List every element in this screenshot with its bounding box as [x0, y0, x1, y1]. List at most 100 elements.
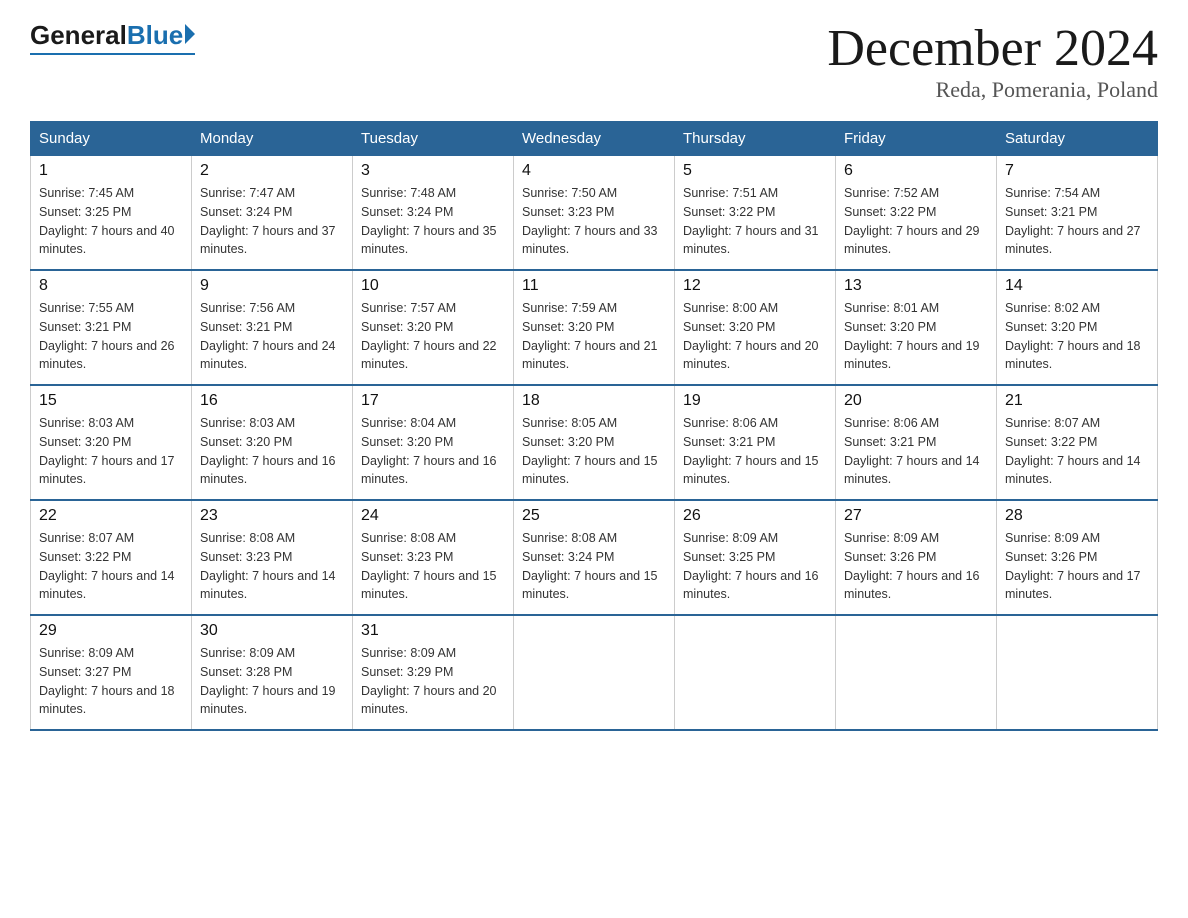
calendar-cell: 22Sunrise: 8:07 AMSunset: 3:22 PMDayligh… — [31, 500, 192, 615]
day-info: Sunrise: 8:09 AMSunset: 3:26 PMDaylight:… — [844, 529, 988, 604]
day-number: 24 — [361, 507, 505, 525]
calendar-cell: 30 Sunrise: 8:09 AMSunset: 3:28 PMDayligh… — [192, 615, 353, 730]
calendar-cell: 14 Sunrise: 8:02 AMSunset: 3:20 PMDayligh… — [997, 270, 1158, 385]
title-area: December 2024 Reda, Pomerania, Poland — [827, 20, 1158, 103]
day-info: Sunrise: 8:04 AMSunset: 3:20 PMDaylight:… — [361, 414, 505, 489]
day-number: 21 — [1005, 392, 1149, 410]
day-number: 15 — [39, 392, 183, 410]
logo-arrow-icon — [185, 24, 195, 44]
logo-general-text: General — [30, 20, 127, 51]
day-number: 29 — [39, 622, 183, 640]
day-info: Sunrise: 8:08 AMSunset: 3:23 PMDaylight:… — [200, 529, 344, 604]
calendar-cell — [836, 615, 997, 730]
day-number: 13 — [844, 277, 988, 295]
day-number: 6 — [844, 162, 988, 180]
calendar-cell — [514, 615, 675, 730]
calendar-cell: 8 Sunrise: 7:55 AMSunset: 3:21 PMDaylight… — [31, 270, 192, 385]
calendar-week-row: 15 Sunrise: 8:03 AMSunset: 3:20 PMDayligh… — [31, 385, 1158, 500]
day-info: Sunrise: 8:07 AMSunset: 3:22 PMDaylight:… — [39, 529, 183, 604]
calendar-week-row: 22Sunrise: 8:07 AMSunset: 3:22 PMDayligh… — [31, 500, 1158, 615]
day-number: 19 — [683, 392, 827, 410]
header-wednesday: Wednesday — [514, 122, 675, 156]
calendar-cell: 12 Sunrise: 8:00 AMSunset: 3:20 PMDayligh… — [675, 270, 836, 385]
calendar-cell: 21 Sunrise: 8:07 AMSunset: 3:22 PMDayligh… — [997, 385, 1158, 500]
day-number: 10 — [361, 277, 505, 295]
day-info: Sunrise: 7:47 AMSunset: 3:24 PMDaylight:… — [200, 184, 344, 259]
calendar-cell: 26Sunrise: 8:09 AMSunset: 3:25 PMDayligh… — [675, 500, 836, 615]
logo-blue-text: Blue — [127, 20, 183, 51]
day-number: 26 — [683, 507, 827, 525]
day-number: 14 — [1005, 277, 1149, 295]
calendar-cell: 16 Sunrise: 8:03 AMSunset: 3:20 PMDayligh… — [192, 385, 353, 500]
calendar-cell: 31 Sunrise: 8:09 AMSunset: 3:29 PMDayligh… — [353, 615, 514, 730]
day-number: 20 — [844, 392, 988, 410]
day-number: 30 — [200, 622, 344, 640]
calendar-cell: 7Sunrise: 7:54 AMSunset: 3:21 PMDaylight… — [997, 156, 1158, 271]
day-number: 8 — [39, 277, 183, 295]
page-header: General Blue December 2024 Reda, Pomeran… — [30, 20, 1158, 103]
calendar-cell: 11 Sunrise: 7:59 AMSunset: 3:20 PMDayligh… — [514, 270, 675, 385]
calendar-table: Sunday Monday Tuesday Wednesday Thursday… — [30, 121, 1158, 731]
day-info: Sunrise: 8:06 AMSunset: 3:21 PMDaylight:… — [683, 414, 827, 489]
day-number: 2 — [200, 162, 344, 180]
day-info: Sunrise: 8:00 AMSunset: 3:20 PMDaylight:… — [683, 299, 827, 374]
day-info: Sunrise: 8:08 AMSunset: 3:23 PMDaylight:… — [361, 529, 505, 604]
calendar-cell: 3Sunrise: 7:48 AMSunset: 3:24 PMDaylight… — [353, 156, 514, 271]
day-number: 28 — [1005, 507, 1149, 525]
day-number: 25 — [522, 507, 666, 525]
day-number: 3 — [361, 162, 505, 180]
calendar-cell — [675, 615, 836, 730]
day-number: 12 — [683, 277, 827, 295]
day-info: Sunrise: 7:56 AMSunset: 3:21 PMDaylight:… — [200, 299, 344, 374]
calendar-cell: 10Sunrise: 7:57 AMSunset: 3:20 PMDayligh… — [353, 270, 514, 385]
day-number: 17 — [361, 392, 505, 410]
calendar-cell — [997, 615, 1158, 730]
header-sunday: Sunday — [31, 122, 192, 156]
calendar-cell: 28 Sunrise: 8:09 AMSunset: 3:26 PMDayligh… — [997, 500, 1158, 615]
calendar-cell: 23 Sunrise: 8:08 AMSunset: 3:23 PMDayligh… — [192, 500, 353, 615]
calendar-cell: 20 Sunrise: 8:06 AMSunset: 3:21 PMDayligh… — [836, 385, 997, 500]
calendar-cell: 4 Sunrise: 7:50 AMSunset: 3:23 PMDaylight… — [514, 156, 675, 271]
day-number: 7 — [1005, 162, 1149, 180]
day-info: Sunrise: 8:06 AMSunset: 3:21 PMDaylight:… — [844, 414, 988, 489]
day-number: 16 — [200, 392, 344, 410]
day-info: Sunrise: 7:45 AMSunset: 3:25 PMDaylight:… — [39, 184, 183, 259]
day-number: 5 — [683, 162, 827, 180]
day-info: Sunrise: 8:09 AMSunset: 3:29 PMDaylight:… — [361, 644, 505, 719]
day-number: 18 — [522, 392, 666, 410]
day-info: Sunrise: 7:50 AMSunset: 3:23 PMDaylight:… — [522, 184, 666, 259]
day-info: Sunrise: 8:05 AMSunset: 3:20 PMDaylight:… — [522, 414, 666, 489]
day-info: Sunrise: 8:08 AMSunset: 3:24 PMDaylight:… — [522, 529, 666, 604]
day-info: Sunrise: 7:55 AMSunset: 3:21 PMDaylight:… — [39, 299, 183, 374]
day-number: 31 — [361, 622, 505, 640]
day-info: Sunrise: 8:09 AMSunset: 3:28 PMDaylight:… — [200, 644, 344, 719]
day-number: 1 — [39, 162, 183, 180]
header-saturday: Saturday — [997, 122, 1158, 156]
day-number: 9 — [200, 277, 344, 295]
day-number: 4 — [522, 162, 666, 180]
day-info: Sunrise: 7:51 AMSunset: 3:22 PMDaylight:… — [683, 184, 827, 259]
day-info: Sunrise: 8:03 AMSunset: 3:20 PMDaylight:… — [200, 414, 344, 489]
calendar-cell: 15Sunrise: 8:03 AMSunset: 3:20 PMDayligh… — [31, 385, 192, 500]
day-number: 23 — [200, 507, 344, 525]
day-info: Sunrise: 7:59 AMSunset: 3:20 PMDaylight:… — [522, 299, 666, 374]
calendar-cell: 25 Sunrise: 8:08 AMSunset: 3:24 PMDayligh… — [514, 500, 675, 615]
calendar-cell: 13Sunrise: 8:01 AMSunset: 3:20 PMDayligh… — [836, 270, 997, 385]
day-number: 11 — [522, 277, 666, 295]
day-info: Sunrise: 8:09 AMSunset: 3:27 PMDaylight:… — [39, 644, 183, 719]
day-info: Sunrise: 8:07 AMSunset: 3:22 PMDaylight:… — [1005, 414, 1149, 489]
day-info: Sunrise: 8:02 AMSunset: 3:20 PMDaylight:… — [1005, 299, 1149, 374]
logo-blue-part: Blue — [127, 20, 195, 51]
calendar-header-row: Sunday Monday Tuesday Wednesday Thursday… — [31, 122, 1158, 156]
calendar-cell: 1 Sunrise: 7:45 AMSunset: 3:25 PMDaylight… — [31, 156, 192, 271]
month-title: December 2024 — [827, 20, 1158, 77]
header-friday: Friday — [836, 122, 997, 156]
calendar-cell: 19 Sunrise: 8:06 AMSunset: 3:21 PMDayligh… — [675, 385, 836, 500]
header-tuesday: Tuesday — [353, 122, 514, 156]
day-number: 27 — [844, 507, 988, 525]
calendar-cell: 18 Sunrise: 8:05 AMSunset: 3:20 PMDayligh… — [514, 385, 675, 500]
calendar-cell: 27 Sunrise: 8:09 AMSunset: 3:26 PMDayligh… — [836, 500, 997, 615]
day-info: Sunrise: 8:09 AMSunset: 3:26 PMDaylight:… — [1005, 529, 1149, 604]
calendar-cell: 17 Sunrise: 8:04 AMSunset: 3:20 PMDayligh… — [353, 385, 514, 500]
location-title: Reda, Pomerania, Poland — [827, 77, 1158, 103]
